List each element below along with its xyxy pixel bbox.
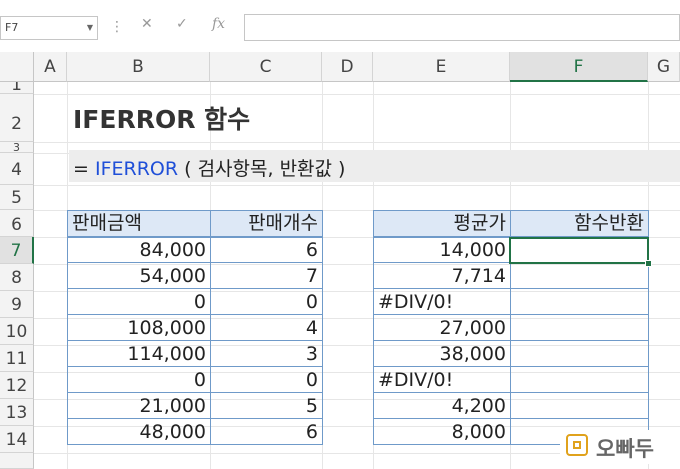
cell[interactable]: 4,200 — [373, 392, 511, 419]
formula-input[interactable] — [244, 14, 680, 41]
table-row: 27,000 — [373, 314, 649, 341]
row-header-15[interactable] — [0, 453, 34, 469]
cell[interactable]: 3 — [210, 340, 323, 367]
cell[interactable] — [510, 288, 649, 315]
cell[interactable]: 6 — [210, 418, 323, 445]
active-cell-f7[interactable] — [509, 237, 649, 264]
sales-table: 판매금액 판매개수 84,000 6 54,000 7 00 108,000 4 11… — [67, 210, 323, 445]
header-sales-count[interactable]: 판매개수 — [210, 210, 323, 238]
cell[interactable]: 27,000 — [373, 314, 511, 341]
cell[interactable]: #DIV/0! — [373, 366, 511, 393]
table-row: 114,000 3 — [67, 340, 323, 367]
header-function-return[interactable]: 함수반환 — [510, 210, 649, 238]
cell[interactable]: 0 — [67, 366, 211, 393]
cancel-icon[interactable]: ✕ — [141, 16, 153, 32]
row-header-10[interactable]: 10 — [0, 318, 34, 345]
table-row: #DIV/0! — [373, 288, 649, 315]
name-box-value: F7 — [5, 21, 19, 34]
row-header-14[interactable]: 14 — [0, 426, 34, 453]
table-row: #DIV/0! — [373, 366, 649, 393]
cell[interactable]: 6 — [210, 236, 323, 263]
cell[interactable]: 8,000 — [373, 418, 511, 445]
table-row: 21,000 5 — [67, 392, 323, 419]
table-row: 38,000 — [373, 340, 649, 367]
cell[interactable] — [510, 340, 649, 367]
cell[interactable]: #DIV/0! — [373, 288, 511, 315]
gridline — [34, 142, 680, 143]
cell[interactable] — [510, 314, 649, 341]
cell[interactable]: 84,000 — [67, 236, 211, 263]
table-row: 48,000 6 — [67, 418, 323, 445]
gridline — [34, 185, 680, 186]
table-row: 54,000 7 — [67, 262, 323, 289]
row-header-5[interactable]: 5 — [0, 185, 34, 210]
column-header-g[interactable]: G — [648, 52, 680, 82]
row-header-6[interactable]: 6 — [0, 210, 34, 237]
syntax-args: ( 검사항목, 반환값 ) — [178, 158, 346, 180]
cell[interactable]: 0 — [210, 366, 323, 393]
row-header-13[interactable]: 13 — [0, 399, 34, 426]
row-header-9[interactable]: 9 — [0, 291, 34, 318]
cell[interactable]: 114,000 — [67, 340, 211, 367]
table-row: 4,200 — [373, 392, 649, 419]
column-header-a[interactable]: A — [34, 52, 67, 82]
cell[interactable] — [510, 262, 649, 289]
cell[interactable]: 5 — [210, 392, 323, 419]
column-header-d[interactable]: D — [322, 52, 373, 82]
table-row: 108,000 4 — [67, 314, 323, 341]
cell[interactable] — [510, 392, 649, 419]
cell[interactable]: 108,000 — [67, 314, 211, 341]
column-header-b[interactable]: B — [67, 52, 210, 82]
cell[interactable] — [510, 366, 649, 393]
table-row: 84,000 6 — [67, 236, 323, 263]
table-header-row: 판매금액 판매개수 — [67, 210, 323, 238]
table-row: 00 — [67, 366, 323, 393]
cell[interactable]: 54,000 — [67, 262, 211, 289]
sheet-title: IFERROR 함수 — [73, 105, 251, 134]
insert-function-icon[interactable]: fx — [212, 16, 225, 32]
header-sales-amount[interactable]: 판매금액 — [67, 210, 211, 238]
row-header-8[interactable]: 8 — [0, 264, 34, 291]
cell[interactable]: 0 — [67, 288, 211, 315]
logo-icon — [566, 434, 588, 456]
header-average-price[interactable]: 평균가 — [373, 210, 511, 238]
cell[interactable]: 7 — [210, 262, 323, 289]
row-header-3[interactable]: 3 — [0, 142, 34, 153]
gridline — [34, 94, 680, 95]
cell[interactable]: 4 — [210, 314, 323, 341]
enter-icon[interactable]: ✓ — [176, 16, 188, 32]
column-header-f[interactable]: F — [510, 52, 648, 82]
cell[interactable]: 21,000 — [67, 392, 211, 419]
cell[interactable]: 7,714 — [373, 262, 511, 289]
logo-text: 오빠두 — [596, 437, 654, 461]
cell[interactable]: 14,000 — [373, 236, 511, 263]
cell[interactable]: 0 — [210, 288, 323, 315]
select-all-corner[interactable] — [0, 52, 34, 82]
row-header-7[interactable]: 7 — [0, 237, 34, 264]
watermark-logo: 오빠두 — [560, 430, 680, 464]
table-row: 7,714 — [373, 262, 649, 289]
fill-handle[interactable] — [645, 260, 652, 267]
syntax-prefix: = — [73, 158, 95, 180]
formula-bar: F7 ▼ ⋮ ✕ ✓ fx — [0, 0, 680, 52]
name-box[interactable]: F7 ▼ — [0, 16, 98, 40]
cell[interactable]: 48,000 — [67, 418, 211, 445]
syntax-line: = IFERROR ( 검사항목, 반환값 ) — [73, 154, 345, 181]
name-box-dropdown-icon[interactable]: ▼ — [87, 23, 93, 32]
column-header-c[interactable]: C — [210, 52, 322, 82]
table-header-row: 평균가 함수반환 — [373, 210, 649, 238]
cell[interactable]: 38,000 — [373, 340, 511, 367]
table-row: 00 — [67, 288, 323, 315]
row-header-4[interactable]: 4 — [0, 153, 34, 185]
column-header-e[interactable]: E — [373, 52, 510, 82]
row-header-11[interactable]: 11 — [0, 345, 34, 372]
syntax-function: IFERROR — [94, 158, 179, 180]
more-options-icon[interactable]: ⋮ — [110, 19, 124, 35]
row-header-1[interactable]: 1 — [0, 82, 34, 94]
row-header-2[interactable]: 2 — [0, 94, 34, 142]
row-header-12[interactable]: 12 — [0, 372, 34, 399]
